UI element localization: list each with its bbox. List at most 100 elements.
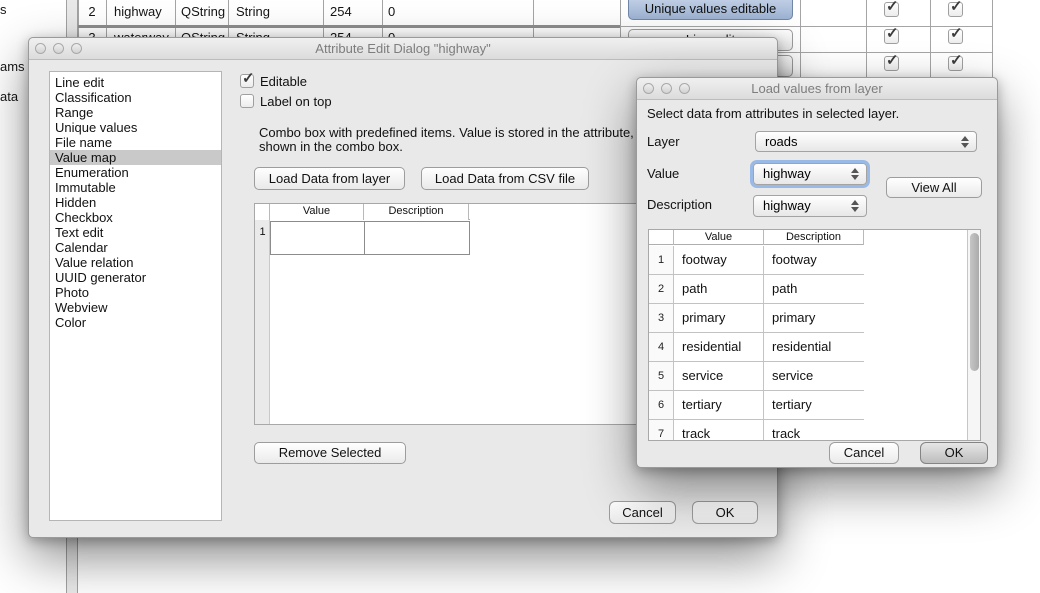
row-number: 4 <box>649 333 674 361</box>
bg-field-name: highway <box>114 4 162 19</box>
value-dropdown[interactable]: highway <box>753 163 867 185</box>
sidebar-item-file-name[interactable]: File name <box>50 135 221 150</box>
table-header: ValueDescription <box>255 204 470 220</box>
sidebar-item-classification[interactable]: Classification <box>50 90 221 105</box>
cancel-button[interactable]: Cancel <box>609 501 676 524</box>
value-cell[interactable]: track <box>674 420 763 441</box>
sidebar-item-immutable[interactable]: Immutable <box>50 180 221 195</box>
editable-checkbox-label: Editable <box>260 74 307 89</box>
layer-dropdown-value: roads <box>765 134 798 149</box>
value-cell[interactable]: footway <box>674 246 763 274</box>
description-cell[interactable] <box>364 221 470 255</box>
sidebar-item-uuid-generator[interactable]: UUID generator <box>50 270 221 285</box>
value-cell[interactable]: service <box>674 362 763 390</box>
check-icon: ✓ <box>242 69 255 87</box>
description-cell[interactable]: primary <box>763 304 863 332</box>
attribute-dialog-titlebar[interactable]: Attribute Edit Dialog "highway" <box>29 38 777 60</box>
bg-checkbox[interactable]: ✓ <box>948 2 963 17</box>
bg-label-fragment: s <box>0 2 7 17</box>
sidebar-item-photo[interactable]: Photo <box>50 285 221 300</box>
bg-row-num: 2 <box>78 4 106 19</box>
description-column-header[interactable]: Description <box>364 204 469 220</box>
sidebar-item-webview[interactable]: Webview <box>50 300 221 315</box>
description-cell[interactable]: residential <box>763 333 863 361</box>
corner-header <box>255 204 270 220</box>
bg-checkbox[interactable]: ✓ <box>948 56 963 71</box>
sidebar-item-hidden[interactable]: Hidden <box>50 195 221 210</box>
corner-header <box>649 230 674 245</box>
table-row[interactable]: 2pathpath <box>649 275 864 304</box>
load-values-dialog: Load values from layer Select data from … <box>636 77 998 468</box>
load-values-dialog-titlebar[interactable]: Load values from layer <box>637 78 997 100</box>
sidebar-item-text-edit[interactable]: Text edit <box>50 225 221 240</box>
ok-button[interactable]: OK <box>692 501 758 524</box>
bg-checkbox[interactable]: ✓ <box>948 29 963 44</box>
row-number: 6 <box>649 391 674 419</box>
row-number: 5 <box>649 362 674 390</box>
bg-field-length: 254 <box>330 4 352 19</box>
bg-checkbox[interactable]: ✓ <box>884 56 899 71</box>
description-cell[interactable]: path <box>763 275 863 303</box>
check-icon: ✓ <box>950 24 963 42</box>
sidebar-item-enumeration[interactable]: Enumeration <box>50 165 221 180</box>
table-row[interactable]: 7tracktrack <box>649 420 864 441</box>
table-body: 1footwayfootway 2pathpath 3primaryprimar… <box>649 246 864 441</box>
value-cell[interactable] <box>270 221 365 255</box>
table-row[interactable]: 1footwayfootway <box>649 246 864 275</box>
label-on-top-checkbox[interactable] <box>240 94 254 108</box>
check-icon: ✓ <box>950 51 963 69</box>
layer-dropdown[interactable]: roads <box>755 131 977 152</box>
scrollbar-thumb[interactable] <box>970 233 979 371</box>
load-data-from-csv-button[interactable]: Load Data from CSV file <box>421 167 589 190</box>
description-cell[interactable]: footway <box>763 246 863 274</box>
value-cell[interactable]: residential <box>674 333 763 361</box>
value-cell[interactable]: path <box>674 275 763 303</box>
bg-field-typename: String <box>236 4 270 19</box>
sidebar-item-value-relation[interactable]: Value relation <box>50 255 221 270</box>
description-cell[interactable]: tertiary <box>763 391 863 419</box>
description-cell[interactable]: track <box>763 420 863 441</box>
unique-values-editable-button[interactable]: Unique values editable <box>628 0 793 20</box>
ok-button[interactable]: OK <box>920 442 988 464</box>
check-icon: ✓ <box>950 0 963 15</box>
sidebar-item-checkbox[interactable]: Checkbox <box>50 210 221 225</box>
value-cell[interactable]: tertiary <box>674 391 763 419</box>
row-number: 3 <box>649 304 674 332</box>
table-row[interactable]: 4residentialresidential <box>649 333 864 362</box>
value-column-header[interactable]: Value <box>270 204 364 220</box>
sidebar-item-unique-values[interactable]: Unique values <box>50 120 221 135</box>
stepper-arrows-icon <box>851 200 859 212</box>
value-cell[interactable]: primary <box>674 304 763 332</box>
bg-field-precision: 0 <box>388 4 395 19</box>
sidebar-item-calendar[interactable]: Calendar <box>50 240 221 255</box>
bg-label-fragment: ams <box>0 59 25 74</box>
sidebar-item-value-map[interactable]: Value map <box>50 150 221 165</box>
table-row[interactable]: 5serviceservice <box>649 362 864 391</box>
stepper-arrows-icon <box>961 136 969 148</box>
widget-type-list[interactable]: Line edit Classification Range Unique va… <box>49 71 222 521</box>
value-column-header[interactable]: Value <box>674 230 764 245</box>
sidebar-item-line-edit[interactable]: Line edit <box>50 75 221 90</box>
table-row[interactable]: 3primaryprimary <box>649 304 864 333</box>
table-row[interactable]: 6tertiarytertiary <box>649 391 864 420</box>
sidebar-item-color[interactable]: Color <box>50 315 221 330</box>
bg-checkbox[interactable]: ✓ <box>884 29 899 44</box>
description-column-header[interactable]: Description <box>764 230 864 245</box>
description-label: Description <box>647 197 712 212</box>
view-all-button[interactable]: View All <box>886 177 982 198</box>
description-cell[interactable]: service <box>763 362 863 390</box>
cancel-button[interactable]: Cancel <box>829 442 899 464</box>
editable-checkbox[interactable]: ✓ <box>240 74 254 88</box>
bg-field-type: QString <box>181 4 225 19</box>
check-icon: ✓ <box>886 0 899 15</box>
scrollbar[interactable] <box>967 230 980 440</box>
remove-selected-button[interactable]: Remove Selected <box>254 442 406 464</box>
screen: s ams ata 2 highway QString String 254 0… <box>0 0 1040 593</box>
row-number: 2 <box>649 275 674 303</box>
bg-label-fragment: ata <box>0 89 18 104</box>
check-icon: ✓ <box>886 51 899 69</box>
description-dropdown[interactable]: highway <box>753 195 867 217</box>
load-data-from-layer-button[interactable]: Load Data from layer <box>254 167 405 190</box>
bg-checkbox[interactable]: ✓ <box>884 2 899 17</box>
sidebar-item-range[interactable]: Range <box>50 105 221 120</box>
